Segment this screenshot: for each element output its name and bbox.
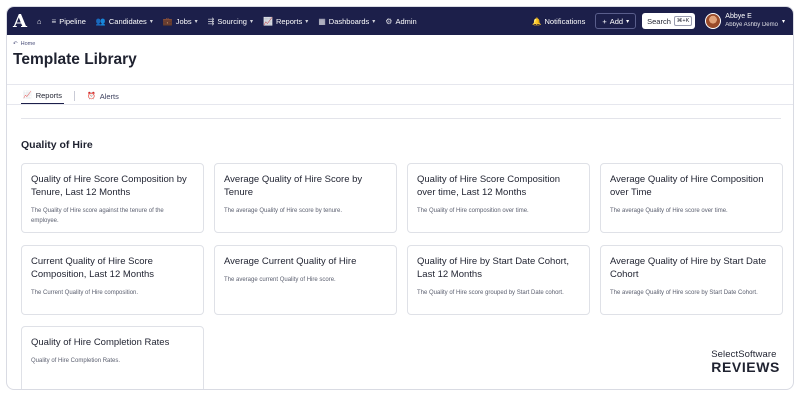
list-icon: ≡ xyxy=(51,16,57,26)
chevron-down-icon: ▾ xyxy=(372,18,376,25)
template-card[interactable]: Average Current Quality of Hire The aver… xyxy=(214,245,397,315)
chart-icon: 📈 xyxy=(262,16,273,26)
avatar xyxy=(705,13,722,29)
card-title: Average Quality of Hire by Start Date Co… xyxy=(610,256,767,280)
nav-item-dashboards[interactable]: ▦ Dashboards ▾ xyxy=(318,17,375,26)
tab-label: Alerts xyxy=(99,91,119,101)
chevron-down-icon: ▾ xyxy=(149,18,153,25)
breadcrumb: ↶ Home xyxy=(13,41,35,47)
add-label: Add xyxy=(609,16,624,26)
user-org: Abbye Ashby Demo xyxy=(725,22,778,28)
card-description: The average Quality of Hire score by ten… xyxy=(224,208,343,214)
nav-item-label: Admin xyxy=(395,16,417,26)
nav-item-pipeline[interactable]: ≡ Pipeline xyxy=(52,17,86,26)
search-label: Search xyxy=(647,16,671,26)
chevron-down-icon: ▾ xyxy=(305,18,309,25)
template-card[interactable]: Average Quality of Hire Composition over… xyxy=(600,163,783,233)
app-logo[interactable]: A xyxy=(9,10,31,32)
card-description: The average current Quality of Hire scor… xyxy=(224,277,336,283)
card-description: Quality of Hire Completion Rates. xyxy=(31,358,121,364)
card-description: The Current Quality of Hire composition. xyxy=(31,290,139,296)
template-card[interactable]: Average Quality of Hire Score by Tenure … xyxy=(214,163,397,233)
user-menu[interactable]: Abbye E Abbye Ashby Demo ▾ xyxy=(705,13,785,29)
nav-right-group: 🔔 Notifications + Add ▾ Search ⌘+K Abbye… xyxy=(532,13,785,29)
template-card[interactable]: Current Quality of Hire Score Compositio… xyxy=(21,245,204,315)
card-title: Quality of Hire Score Composition over t… xyxy=(417,174,561,198)
nav-item-label: Dashboards xyxy=(328,16,370,26)
section-title: Quality of Hire xyxy=(21,139,93,151)
nav-item-admin[interactable]: ⚙ Admin xyxy=(385,17,416,26)
user-info: Abbye E Abbye Ashby Demo xyxy=(725,13,778,29)
card-description: The Quality of Hire score grouped by Sta… xyxy=(417,290,564,296)
add-button[interactable]: + Add ▾ xyxy=(595,13,637,29)
back-arrow-icon[interactable]: ↶ xyxy=(13,41,18,47)
plus-icon: + xyxy=(602,16,607,26)
top-navigation-bar: A ⌂ ≡ Pipeline 👥 Candidates ▾ 💼 Jobs ▾ ⇶… xyxy=(7,7,793,35)
card-description: The average Quality of Hire score over t… xyxy=(610,208,728,214)
nav-item-label: Pipeline xyxy=(59,16,86,26)
chevron-down-icon: ▾ xyxy=(194,18,198,25)
tab-separator xyxy=(73,91,75,101)
template-card[interactable]: Quality of Hire Score Composition over t… xyxy=(407,163,590,233)
template-card[interactable]: Quality of Hire Score Composition by Ten… xyxy=(21,163,204,233)
search-shortcut-badge: ⌘+K xyxy=(673,16,693,26)
tab-reports[interactable]: 📈 Reports xyxy=(21,87,64,105)
nav-menu: ⌂ ≡ Pipeline 👥 Candidates ▾ 💼 Jobs ▾ ⇶ S… xyxy=(37,17,417,26)
chevron-down-icon: ▾ xyxy=(626,18,630,25)
template-card[interactable]: Quality of Hire Completion Rates Quality… xyxy=(21,326,204,389)
watermark-bottom-text: REVIEWS xyxy=(711,359,780,375)
tab-label: Reports xyxy=(35,90,62,100)
briefcase-icon: 💼 xyxy=(162,16,173,26)
app-window: A ⌂ ≡ Pipeline 👥 Candidates ▾ 💼 Jobs ▾ ⇶… xyxy=(6,6,794,390)
card-title: Average Quality of Hire Composition over… xyxy=(610,174,764,198)
nav-item-label: Jobs xyxy=(175,16,192,26)
card-title: Average Quality of Hire Score by Tenure xyxy=(224,174,363,198)
watermark-logo: SelectSoftware REVIEWS xyxy=(711,349,780,375)
nav-item-label: Sourcing xyxy=(217,16,247,26)
people-icon: 👥 xyxy=(95,16,106,26)
nav-item-sourcing[interactable]: ⇶ Sourcing ▾ xyxy=(208,17,253,26)
divider xyxy=(7,104,793,105)
home-icon[interactable]: ⌂ xyxy=(37,17,42,26)
nav-item-jobs[interactable]: 💼 Jobs ▾ xyxy=(163,17,198,26)
notifications-button[interactable]: 🔔 Notifications xyxy=(532,17,585,26)
search-button[interactable]: Search ⌘+K xyxy=(642,13,696,29)
nav-item-label: Reports xyxy=(275,16,303,26)
nav-item-candidates[interactable]: 👥 Candidates ▾ xyxy=(96,17,153,26)
chevron-down-icon: ▾ xyxy=(249,18,253,25)
tab-alerts[interactable]: ⏰ Alerts xyxy=(85,87,121,105)
user-name: Abbye E xyxy=(725,13,752,20)
alarm-clock-icon: ⏰ xyxy=(86,93,96,100)
card-title: Quality of Hire Score Composition by Ten… xyxy=(31,174,187,198)
divider xyxy=(21,118,781,119)
nav-item-label: Candidates xyxy=(108,16,147,26)
bell-icon: 🔔 xyxy=(532,16,542,26)
sourcing-icon: ⇶ xyxy=(207,16,215,26)
template-card[interactable]: Quality of Hire by Start Date Cohort, La… xyxy=(407,245,590,315)
chevron-down-icon: ▾ xyxy=(781,18,785,25)
template-card[interactable]: Average Quality of Hire by Start Date Co… xyxy=(600,245,783,315)
gear-icon: ⚙ xyxy=(385,16,393,26)
notifications-label: Notifications xyxy=(544,16,586,26)
breadcrumb-home[interactable]: Home xyxy=(21,41,36,47)
card-title: Current Quality of Hire Score Compositio… xyxy=(31,256,155,280)
tab-bar: 📈 Reports ⏰ Alerts xyxy=(21,87,121,105)
dashboard-icon: ▦ xyxy=(318,16,326,26)
chart-icon: 📈 xyxy=(23,92,32,99)
nav-item-reports[interactable]: 📈 Reports ▾ xyxy=(263,17,308,26)
page-title: Template Library xyxy=(13,51,137,68)
card-description: The Quality of Hire composition over tim… xyxy=(417,208,529,214)
card-title: Average Current Quality of Hire xyxy=(224,256,357,267)
divider xyxy=(7,84,793,85)
card-description: The average Quality of Hire score by Sta… xyxy=(610,290,758,296)
card-title: Quality of Hire Completion Rates xyxy=(31,337,170,348)
card-title: Quality of Hire by Start Date Cohort, La… xyxy=(417,256,570,280)
card-description: The Quality of Hire score against the te… xyxy=(31,208,164,224)
